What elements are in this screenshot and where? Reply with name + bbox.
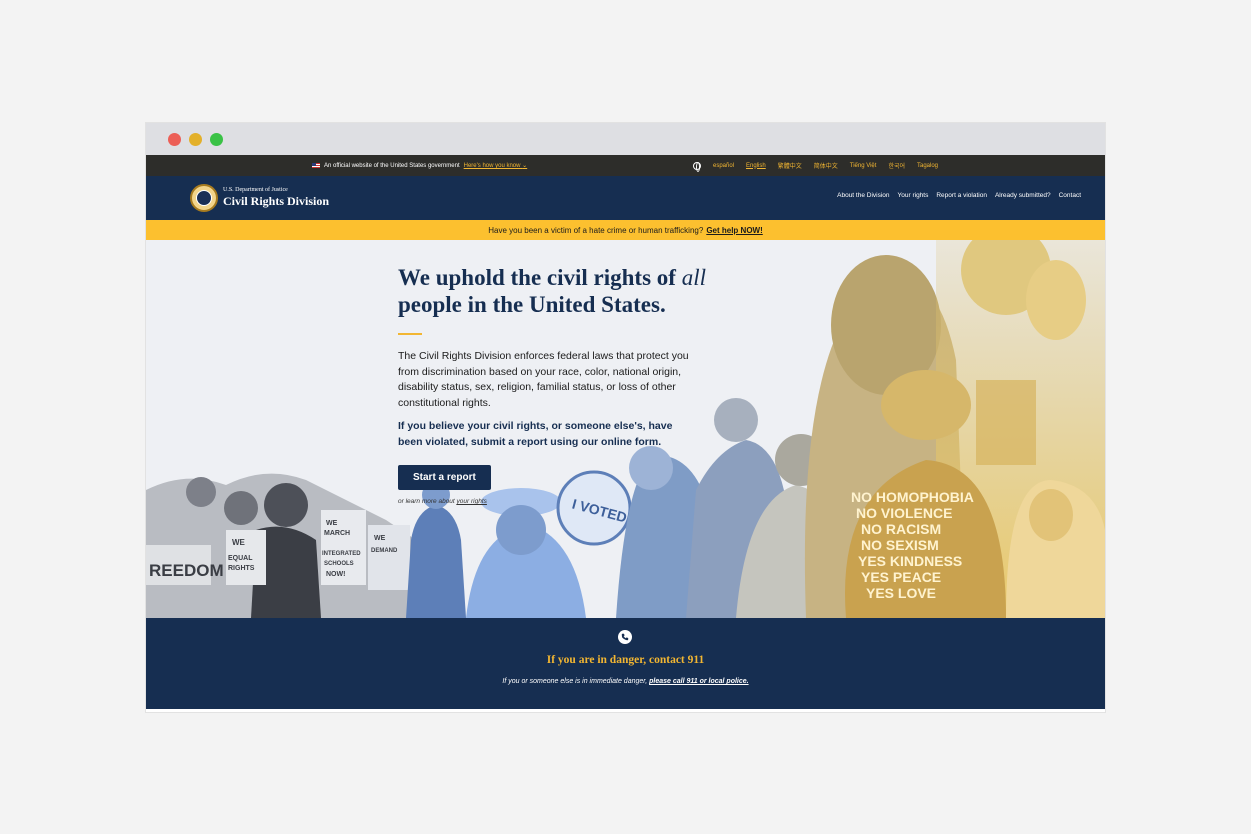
agency-name: U.S. Department of Justice [223, 187, 288, 193]
svg-text:NOW!: NOW! [326, 571, 345, 578]
nav-about[interactable]: About the Division [837, 192, 889, 199]
help-alert: Have you been a victim of a hate crime o… [146, 220, 1105, 240]
nav-your-rights[interactable]: Your rights [898, 192, 929, 199]
svg-text:SCHOOLS: SCHOOLS [324, 561, 354, 567]
lang-simplified-chinese[interactable]: 简体中文 [814, 161, 838, 170]
svg-text:WE: WE [326, 520, 338, 527]
svg-text:DEMAND: DEMAND [371, 548, 398, 554]
svg-text:NO SEXISM: NO SEXISM [861, 537, 939, 553]
gold-divider [398, 333, 422, 335]
svg-text:NO HOMOPHOBIA: NO HOMOPHOBIA [851, 489, 974, 505]
alert-text: Have you been a victim of a hate crime o… [488, 225, 704, 235]
svg-text:MARCH: MARCH [324, 530, 350, 537]
lang-espanol[interactable]: español [713, 163, 734, 169]
svg-text:EQUAL: EQUAL [228, 555, 253, 562]
learn-more-text: or learn more about your rights [398, 498, 487, 505]
lang-tagalog[interactable]: Tagalog [917, 163, 938, 169]
lang-korean[interactable]: 한국어 [888, 161, 905, 170]
call-911-link[interactable]: please call 911 or local police. [649, 678, 748, 685]
person-blue-suit [406, 505, 466, 618]
lang-english[interactable]: English [746, 163, 766, 169]
official-text: An official website of the United States… [324, 162, 460, 169]
hero-section: REEDOM WE EQUAL RIGHTS WE MARCH INTEGRAT… [146, 240, 1105, 618]
hero-cta-text: If you believe your civil rights, or som… [398, 420, 673, 448]
svg-text:NO VIOLENCE: NO VIOLENCE [856, 505, 952, 521]
nav-contact[interactable]: Contact [1059, 192, 1081, 199]
wheelchair-user [976, 380, 1036, 465]
chevron-down-icon: ⌄ [522, 163, 528, 169]
division-name: Civil Rights Division [223, 194, 330, 208]
danger-text: If you or someone else is in immediate d… [502, 678, 749, 685]
language-selector: español English 繁體中文 简体中文 Tiếng Việt 한국어… [693, 161, 938, 172]
girl-curly-hair [1026, 260, 1086, 340]
nav-report-violation[interactable]: Report a violation [936, 192, 987, 199]
nav-already-submitted[interactable]: Already submitted? [995, 192, 1051, 199]
doj-seal-icon[interactable] [190, 184, 218, 212]
site-logo[interactable]: U.S. Department of Justice Civil Rights … [223, 187, 329, 209]
lang-traditional-chinese[interactable]: 繁體中文 [778, 161, 802, 170]
main-nav: About the Division Your rights Report a … [837, 192, 1081, 199]
freedom-sign-text: REEDOM [149, 561, 224, 580]
svg-text:YES PEACE: YES PEACE [861, 569, 941, 585]
your-rights-link[interactable]: your rights [457, 498, 487, 505]
svg-text:WE: WE [374, 535, 386, 542]
start-report-button[interactable]: Start a report [398, 465, 491, 490]
danger-section: If you are in danger, contact 911 If you… [146, 618, 1105, 709]
globe-icon [693, 161, 701, 172]
how-you-know-link[interactable]: Here's how you know ⌄ [464, 162, 528, 169]
svg-text:YES LOVE: YES LOVE [866, 585, 936, 601]
maximize-window-button[interactable] [210, 132, 223, 146]
svg-text:INTEGRATED: INTEGRATED [322, 551, 361, 557]
window-chrome [146, 123, 1105, 155]
official-notice: An official website of the United States… [312, 162, 527, 169]
svg-text:WE: WE [232, 538, 246, 547]
svg-text:YES KINDNESS: YES KINDNESS [858, 553, 962, 569]
hero-content: We uphold the civil rights of all people … [398, 264, 708, 505]
lang-vietnamese[interactable]: Tiếng Việt [850, 163, 877, 169]
flag-icon [312, 163, 320, 168]
get-help-link[interactable]: Get help NOW! [706, 226, 762, 235]
site-header: U.S. Department of Justice Civil Rights … [146, 176, 1105, 220]
danger-title: If you are in danger, contact 911 [546, 654, 705, 666]
close-window-button[interactable] [168, 132, 181, 146]
phone-icon [618, 630, 632, 644]
svg-text:RIGHTS: RIGHTS [228, 565, 255, 572]
minimize-window-button[interactable] [189, 132, 202, 146]
browser-window: An official website of the United States… [146, 123, 1105, 712]
hero-description: The Civil Rights Division enforces feder… [398, 350, 689, 409]
svg-text:NO RACISM: NO RACISM [861, 521, 941, 537]
hero-title: We uphold the civil rights of all people … [398, 265, 706, 317]
gov-banner: An official website of the United States… [146, 155, 1105, 176]
